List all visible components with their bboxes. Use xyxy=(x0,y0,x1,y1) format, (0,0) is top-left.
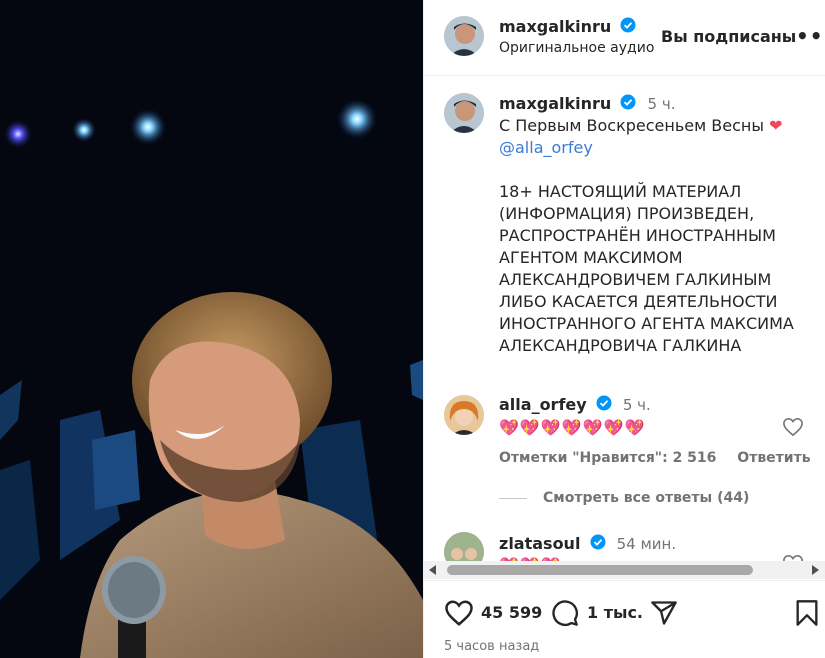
scrollbar-thumb[interactable] xyxy=(447,565,753,575)
scroll-left-arrow-icon[interactable] xyxy=(429,565,436,575)
concert-photo xyxy=(0,0,423,658)
caption-line: С Первым Воскресеньем Весны xyxy=(499,116,770,135)
verified-icon xyxy=(620,17,636,39)
caption-time[interactable]: 5 ч. xyxy=(648,95,676,113)
divider xyxy=(499,497,527,499)
comment-text: 💖💖💖💖💖💖💖 xyxy=(499,418,646,437)
action-bar: 45 599 1 тыс. 5 часов назад xyxy=(424,580,825,658)
verified-icon xyxy=(596,395,612,417)
post-panel: maxgalkinru Оригинальное аудио Вы подпис… xyxy=(423,0,825,658)
disclaimer-line: (ИНФОРМАЦИЯ) ПРОИЗВЕДЕН, xyxy=(499,204,755,223)
heart-emoji: ❤ xyxy=(769,116,783,135)
following-button[interactable]: Вы подписаны xyxy=(661,27,796,46)
post-media[interactable] xyxy=(0,0,423,658)
caption-username[interactable]: maxgalkinru xyxy=(499,94,611,113)
verified-icon xyxy=(590,534,606,556)
comment-avatar[interactable] xyxy=(444,532,484,561)
reply-button[interactable]: Ответить xyxy=(737,450,810,466)
view-replies-label[interactable]: Смотреть все ответы (44) xyxy=(543,490,749,506)
comment-like-icon[interactable] xyxy=(782,417,804,441)
comment-time[interactable]: 54 мин. xyxy=(617,535,677,553)
comments-list[interactable]: maxgalkinru 5 ч. С Первым Воскресеньем В… xyxy=(424,77,825,561)
comment-like-icon[interactable] xyxy=(782,554,804,561)
caption-avatar[interactable] xyxy=(444,93,484,133)
caption-text: С Первым Воскресеньем Весны ❤ @alla_orfe… xyxy=(499,115,819,357)
post-header: maxgalkinru Оригинальное аудио Вы подпис… xyxy=(424,0,825,76)
view-replies-button[interactable]: Смотреть все ответы (44) xyxy=(499,490,749,506)
disclaimer-line: АЛЕКСАНДРОВИЧА ГАЛКИНА xyxy=(499,336,742,355)
save-bookmark-icon[interactable] xyxy=(795,599,819,631)
disclaimer-line: 18+ НАСТОЯЩИЙ МАТЕРИАЛ xyxy=(499,182,742,201)
comments-count[interactable]: 1 тыс. xyxy=(587,603,643,622)
disclaimer-line: АГЕНТОМ МАКСИМОМ xyxy=(499,248,683,267)
disclaimer-line: РАСПРОСТРАНЁН ИНОСТРАННЫМ xyxy=(499,226,776,245)
original-audio-link[interactable]: Оригинальное аудио xyxy=(499,40,654,56)
like-icon[interactable] xyxy=(444,599,474,631)
likes-count[interactable]: 45 599 xyxy=(481,603,542,622)
comment-likes-count[interactable]: Отметки "Нравится": 2 516 xyxy=(499,450,716,466)
comment-icon[interactable] xyxy=(551,599,579,631)
disclaimer-line: ИНОСТРАННОГО АГЕНТА МАКСИМА xyxy=(499,314,794,333)
comment-username[interactable]: alla_orfey xyxy=(499,395,587,414)
disclaimer-line: АЛЕКСАНДРОВИЧЕМ ГАЛКИНЫМ xyxy=(499,270,772,289)
mention-link[interactable]: @alla_orfey xyxy=(499,137,819,159)
comment-username[interactable]: zlatasoul xyxy=(499,534,580,553)
scroll-right-arrow-icon[interactable] xyxy=(812,565,819,575)
share-icon[interactable] xyxy=(650,599,678,631)
horizontal-scrollbar[interactable] xyxy=(424,561,825,579)
comment-time[interactable]: 5 ч. xyxy=(623,396,651,414)
comment-avatar[interactable] xyxy=(444,395,484,435)
verified-icon xyxy=(620,94,636,116)
author-avatar[interactable] xyxy=(444,16,484,56)
disclaimer-line: ЛИБО КАСАЕТСЯ ДЕЯТЕЛЬНОСТИ xyxy=(499,292,778,311)
more-options-icon[interactable]: ••• xyxy=(796,26,825,46)
post-time[interactable]: 5 часов назад xyxy=(444,639,539,654)
author-username[interactable]: maxgalkinru xyxy=(499,17,611,36)
